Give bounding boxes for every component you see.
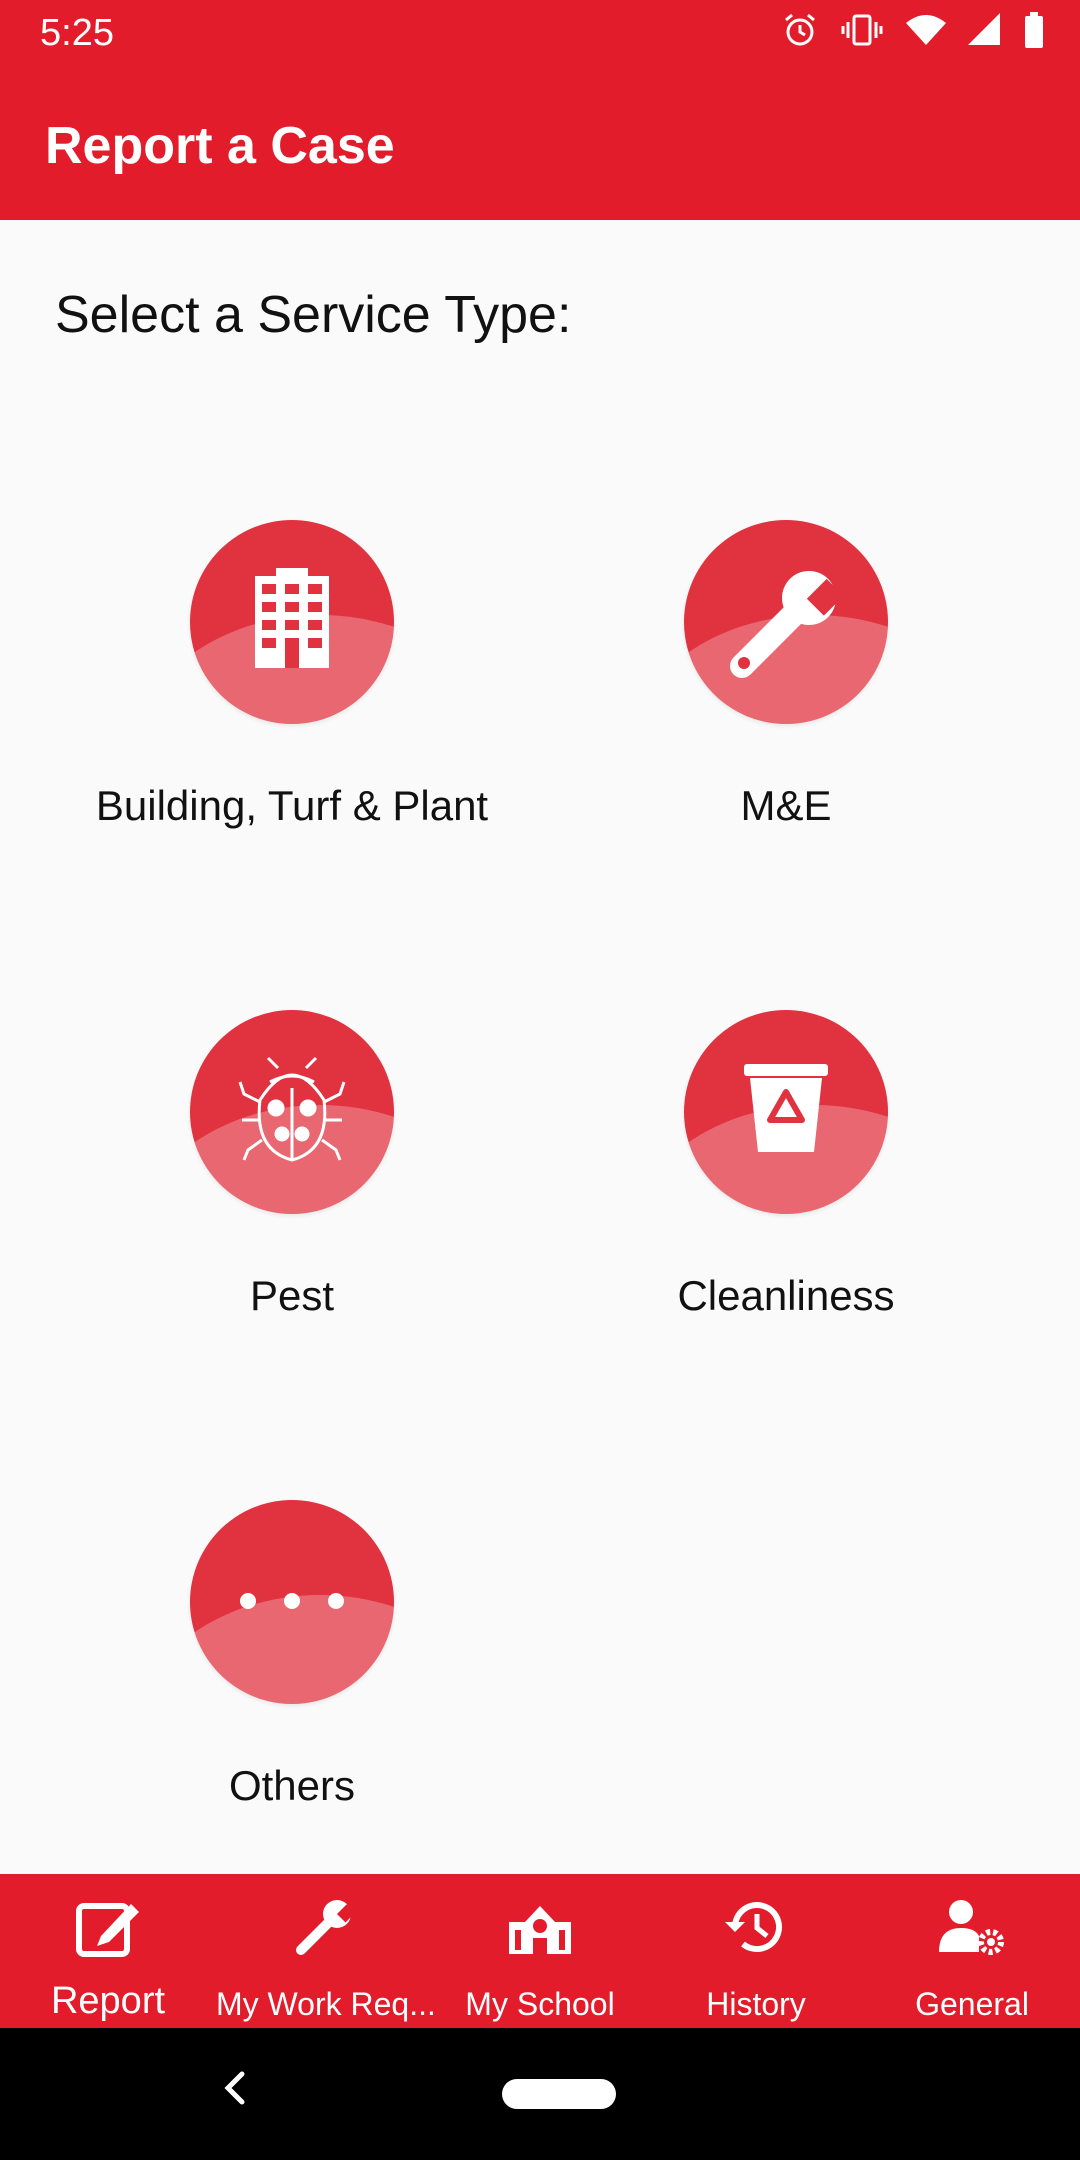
school-icon bbox=[509, 1906, 571, 1954]
service-circle bbox=[190, 1500, 394, 1704]
service-circle bbox=[190, 520, 394, 724]
system-nav-bar bbox=[0, 2028, 1080, 2160]
bottom-nav: Report My Work Req... My School History bbox=[0, 1874, 1080, 2028]
wrench-icon bbox=[296, 1900, 356, 1955]
history-icon bbox=[725, 1902, 782, 1953]
service-label: Others bbox=[228, 1762, 356, 1809]
nav-my-work-requests[interactable]: My Work Req... bbox=[216, 1874, 436, 2028]
service-pest[interactable]: Pest bbox=[57, 1010, 527, 1320]
nav-label: Report bbox=[50, 1980, 166, 2022]
service-label: Building, Turf & Plant bbox=[95, 782, 489, 829]
status-time: 5:25 bbox=[40, 12, 114, 54]
nav-report[interactable]: Report bbox=[0, 1874, 216, 2028]
service-circle bbox=[190, 1010, 394, 1214]
alarm-icon bbox=[785, 13, 815, 46]
edit-icon bbox=[76, 1903, 139, 1957]
wrench-icon bbox=[730, 571, 844, 678]
nav-label: My Work Req... bbox=[216, 1986, 436, 2022]
nav-label: My School bbox=[465, 1986, 615, 2022]
service-label: Pest bbox=[249, 1272, 335, 1319]
service-label: Cleanliness bbox=[677, 1272, 895, 1319]
page-title: Report a Case bbox=[45, 117, 395, 175]
more-dots-icon bbox=[240, 1593, 344, 1609]
status-bar: 5:25 bbox=[0, 0, 1080, 66]
service-label: M&E bbox=[740, 782, 832, 829]
back-icon[interactable] bbox=[220, 2068, 250, 2108]
recycle-bin-icon bbox=[744, 1064, 828, 1152]
service-m-and-e[interactable]: M&E bbox=[551, 520, 1021, 830]
nav-history[interactable]: History bbox=[648, 1874, 864, 2028]
service-circle bbox=[684, 520, 888, 724]
nav-general[interactable]: General bbox=[864, 1874, 1080, 2028]
service-type-prompt: Select a Service Type: bbox=[55, 286, 572, 344]
service-building-turf-plant[interactable]: Building, Turf & Plant bbox=[57, 520, 527, 830]
vibrate-icon bbox=[841, 14, 883, 46]
service-cleanliness[interactable]: Cleanliness bbox=[551, 1010, 1021, 1320]
nav-my-school[interactable]: My School bbox=[432, 1874, 648, 2028]
nav-label: General bbox=[915, 1986, 1029, 2022]
wifi-icon bbox=[906, 15, 946, 45]
battery-icon bbox=[1025, 12, 1043, 48]
bug-icon bbox=[238, 1056, 346, 1162]
user-settings-icon bbox=[939, 1900, 1004, 1955]
service-others[interactable]: Others bbox=[57, 1500, 527, 1810]
service-circle bbox=[684, 1010, 888, 1214]
signal-icon bbox=[968, 13, 1000, 45]
building-icon bbox=[255, 568, 329, 668]
app-bar: Report a Case bbox=[0, 66, 1080, 220]
home-button[interactable] bbox=[502, 2079, 616, 2109]
nav-label: History bbox=[706, 1986, 806, 2022]
